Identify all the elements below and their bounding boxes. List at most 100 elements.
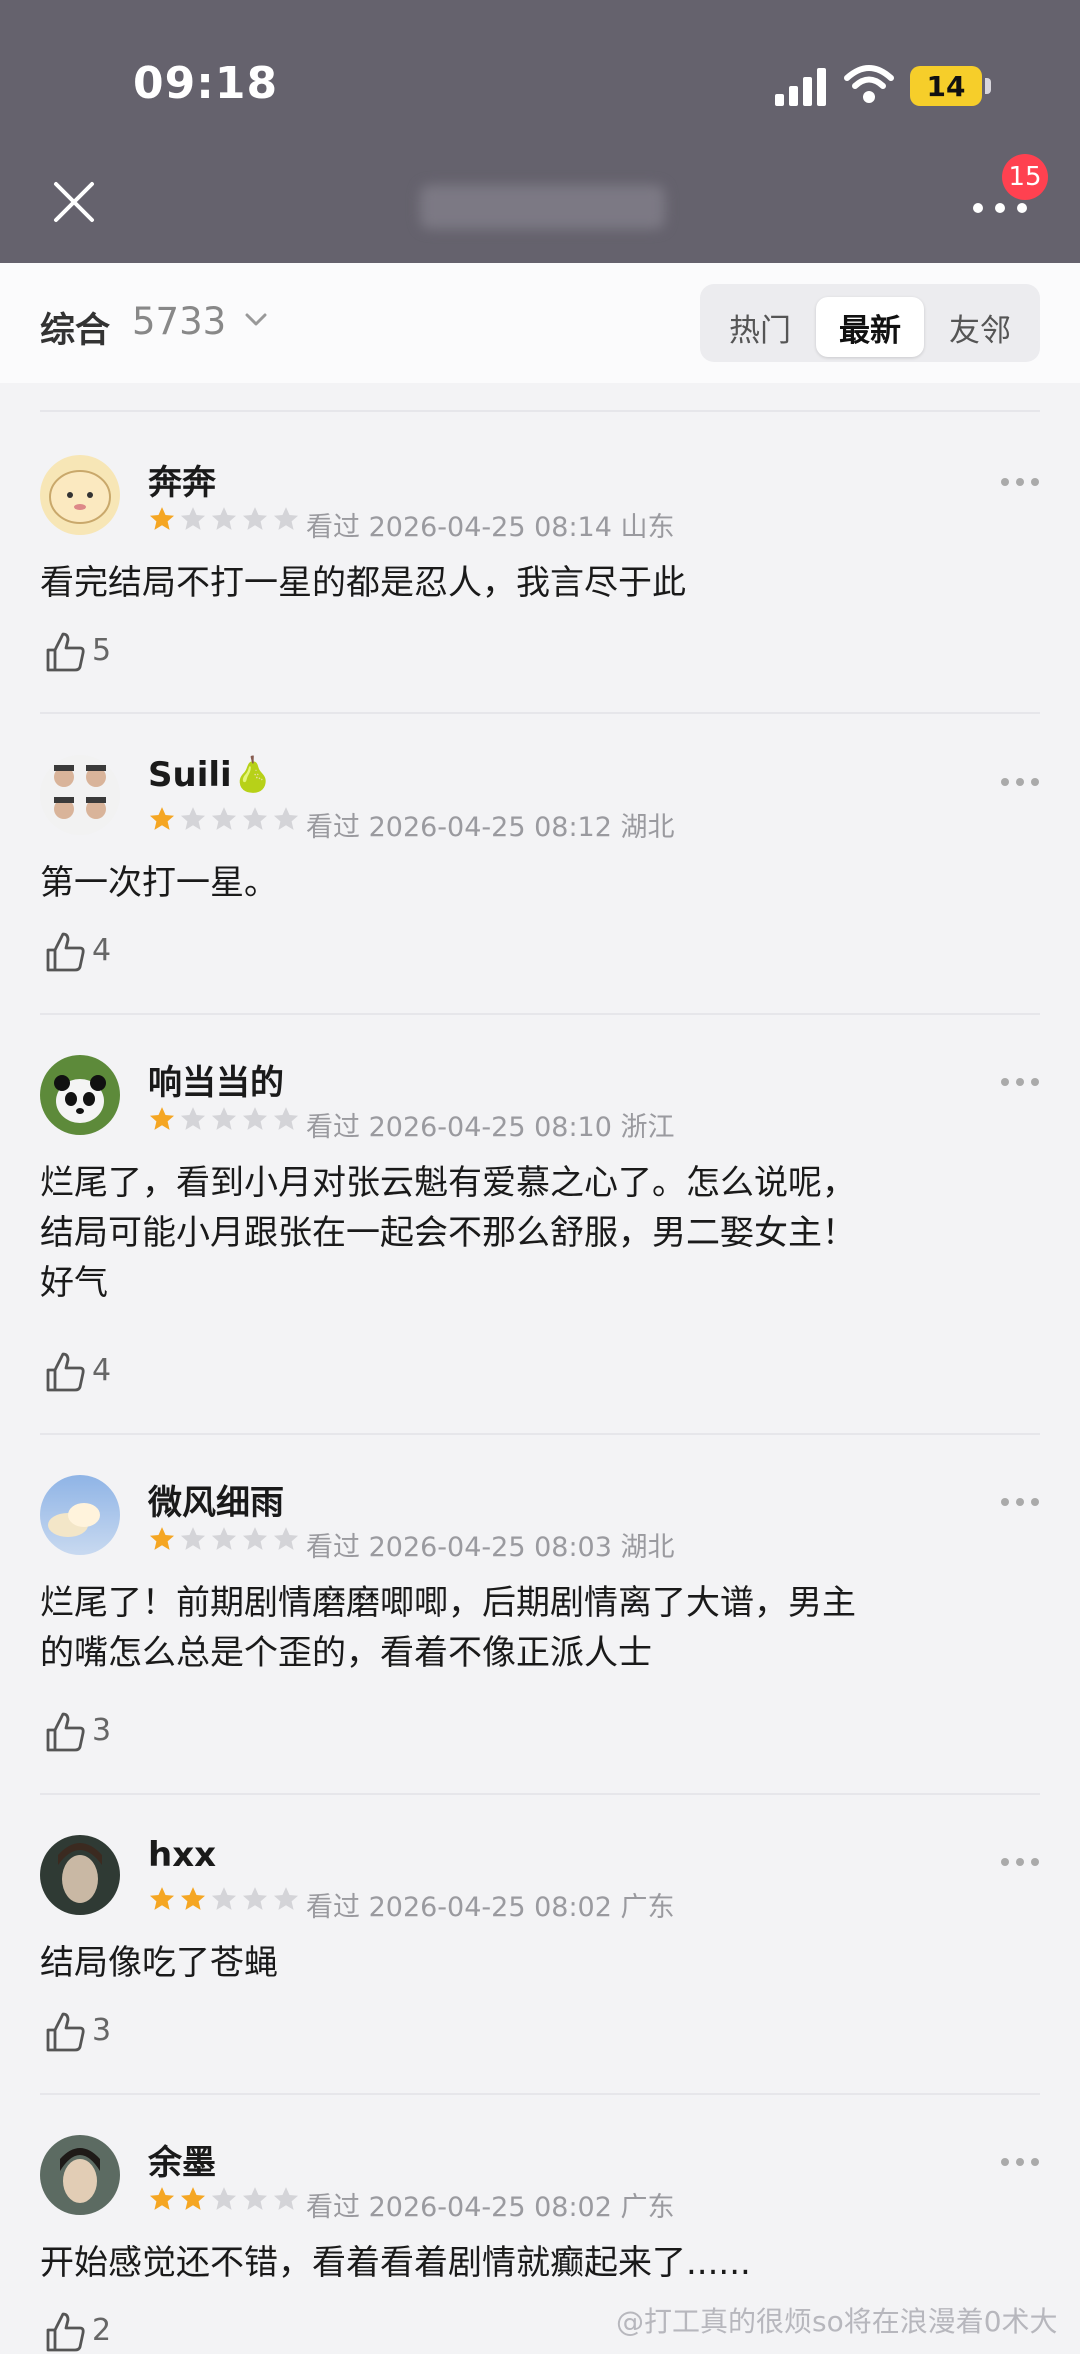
reviewer-name[interactable]: 响当当的 <box>148 1055 284 1104</box>
star-icon <box>180 807 206 830</box>
reviewer-name[interactable]: 余墨 <box>148 2135 216 2184</box>
divider <box>40 2093 1040 2095</box>
battery-tip <box>985 78 991 94</box>
review-text: 烂尾了！前期剧情磨磨唧唧，后期剧情离了大谱，男主 的嘴怎么总是个歪的，看着不像正… <box>40 1583 856 1673</box>
tab-latest[interactable]: 最新 <box>816 297 924 357</box>
avatar[interactable] <box>40 1475 120 1555</box>
review-count[interactable]: 5733 <box>132 300 226 343</box>
reviewer-name[interactable]: 微风细雨 <box>148 1475 284 1524</box>
star-icon <box>273 1527 299 1550</box>
rating-stars <box>148 505 300 535</box>
star-icon <box>149 1887 175 1910</box>
watermark: @打工真的很烦so将在浪漫着0术大 <box>616 2305 1058 2338</box>
review-meta: 看过 2026-04-25 08:10 浙江 <box>306 1112 675 1143</box>
star-icon <box>180 507 206 530</box>
star-icon <box>211 1107 237 1130</box>
reviewer-name[interactable]: 奔奔 <box>148 455 216 504</box>
like-count: 3 <box>92 2013 112 2048</box>
star-icon <box>211 1887 237 1910</box>
like-count: 2 <box>92 2313 112 2348</box>
battery-indicator: 14 <box>910 66 982 106</box>
star-icon <box>149 507 175 530</box>
more-icon[interactable] <box>1000 477 1040 487</box>
star-icon <box>180 2187 206 2210</box>
star-icon <box>273 1887 299 1910</box>
star-icon <box>273 807 299 830</box>
tab-friends[interactable]: 友邻 <box>926 297 1034 357</box>
star-icon <box>242 1107 268 1130</box>
more-icon[interactable] <box>970 202 1030 214</box>
review-text: 烂尾了，看到小月对张云魁有爱慕之心了。怎么说呢， 结局可能小月跟张在一起会不那么… <box>40 1163 856 1303</box>
star-icon <box>242 507 268 530</box>
star-icon <box>211 1527 237 1550</box>
rating-stars <box>148 2185 300 2215</box>
review-meta: 看过 2026-04-25 08:02 广东 <box>306 2192 675 2223</box>
star-icon <box>149 807 175 830</box>
star-icon <box>211 807 237 830</box>
chevron-down-icon[interactable] <box>244 312 268 328</box>
more-icon[interactable] <box>1000 1497 1040 1507</box>
thumbs-up-icon[interactable] <box>44 1350 88 1394</box>
divider <box>40 410 1040 412</box>
star-icon <box>149 1107 175 1130</box>
like-count: 4 <box>92 1353 112 1388</box>
rating-stars <box>148 1885 300 1915</box>
wifi-icon <box>844 65 894 103</box>
like-count: 5 <box>92 633 112 668</box>
review-text: 看完结局不打一星的都是忍人，我言尽于此 <box>40 563 686 603</box>
rating-stars <box>148 1525 300 1555</box>
divider <box>40 1013 1040 1015</box>
review-text: 第一次打一星。 <box>40 863 278 903</box>
thumbs-up-icon[interactable] <box>44 630 88 674</box>
star-icon <box>180 1527 206 1550</box>
notification-badge: 15 <box>1002 154 1048 200</box>
star-icon <box>242 1527 268 1550</box>
review-meta: 看过 2026-04-25 08:12 湖北 <box>306 812 675 843</box>
star-icon <box>180 1887 206 1910</box>
rating-stars <box>148 805 300 835</box>
avatar[interactable] <box>40 2135 120 2215</box>
star-icon <box>273 507 299 530</box>
avatar[interactable] <box>40 1835 120 1915</box>
divider <box>40 1793 1040 1795</box>
star-icon <box>211 507 237 530</box>
star-icon <box>273 1107 299 1130</box>
reviewer-name[interactable]: hxx <box>148 1835 216 1875</box>
close-icon[interactable] <box>50 178 98 226</box>
like-count: 3 <box>92 1713 112 1748</box>
like-count: 4 <box>92 933 112 968</box>
pear-emoji: 🍐 <box>231 755 274 795</box>
thumbs-up-icon[interactable] <box>44 930 88 974</box>
avatar[interactable] <box>40 1055 120 1135</box>
rating-stars <box>148 1105 300 1135</box>
divider <box>40 712 1040 714</box>
signal-icon <box>775 68 826 106</box>
avatar[interactable] <box>40 755 120 835</box>
more-icon[interactable] <box>1000 2157 1040 2167</box>
review-text: 开始感觉还不错，看着看着剧情就癫起来了...... <box>40 2243 751 2283</box>
review-meta: 看过 2026-04-25 08:14 山东 <box>306 512 675 543</box>
review-meta: 看过 2026-04-25 08:02 广东 <box>306 1892 675 1923</box>
reviewer-name[interactable]: Suili🍐 <box>148 755 274 795</box>
review-text: 结局像吃了苍蝇 <box>40 1943 278 1983</box>
avatar[interactable] <box>40 455 120 535</box>
blurred-title <box>420 185 665 229</box>
sort-label[interactable]: 综合 <box>40 302 110 353</box>
more-icon[interactable] <box>1000 1857 1040 1867</box>
more-icon[interactable] <box>1000 777 1040 787</box>
tab-hot[interactable]: 热门 <box>706 297 814 357</box>
divider <box>40 1433 1040 1435</box>
review-meta: 看过 2026-04-25 08:03 湖北 <box>306 1532 675 1563</box>
star-icon <box>242 1887 268 1910</box>
more-icon[interactable] <box>1000 1077 1040 1087</box>
star-icon <box>149 1527 175 1550</box>
status-time: 09:18 <box>133 58 279 109</box>
thumbs-up-icon[interactable] <box>44 2310 88 2354</box>
thumbs-up-icon[interactable] <box>44 1710 88 1754</box>
star-icon <box>180 1107 206 1130</box>
star-icon <box>211 2187 237 2210</box>
star-icon <box>149 2187 175 2210</box>
thumbs-up-icon[interactable] <box>44 2010 88 2054</box>
star-icon <box>273 2187 299 2210</box>
star-icon <box>242 2187 268 2210</box>
